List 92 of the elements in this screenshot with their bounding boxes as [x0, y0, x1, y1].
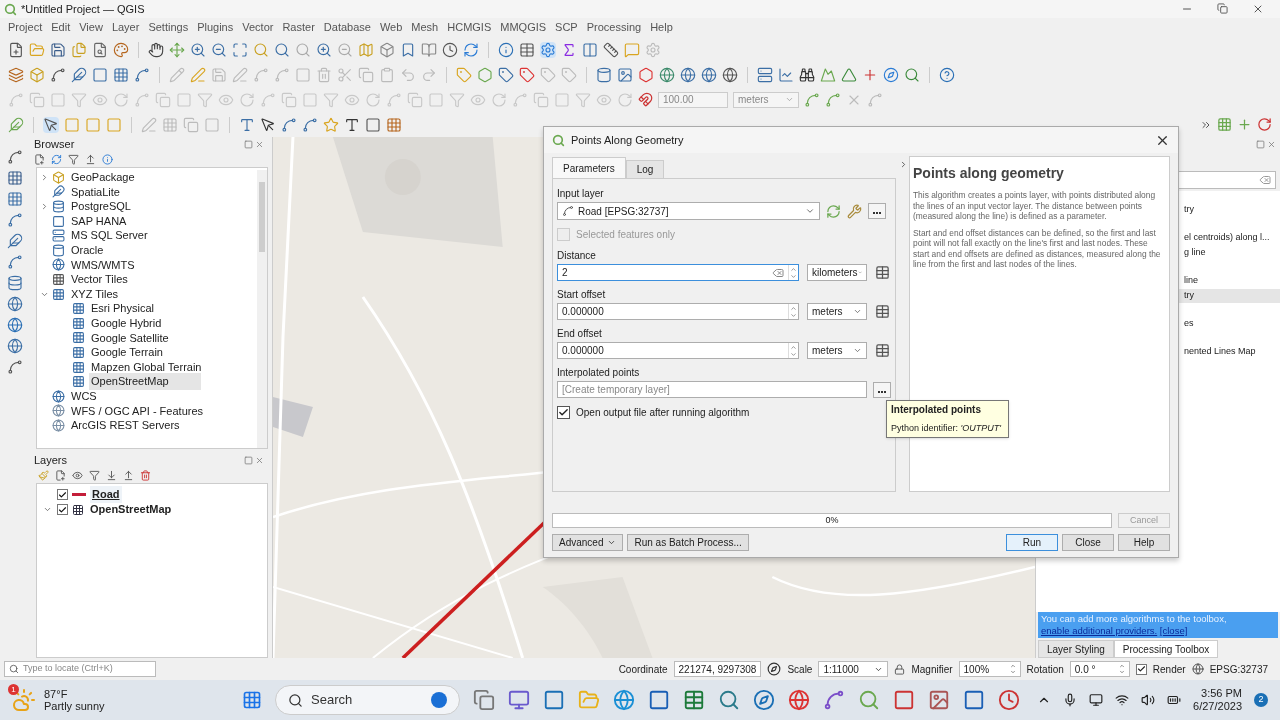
menu-item[interactable]: Processing [586, 19, 642, 36]
notification-badge[interactable]: 2 [1254, 693, 1268, 707]
menu-item[interactable]: Vector [242, 19, 274, 36]
checkbox-label: Selected features only [576, 227, 675, 242]
magnifier-field[interactable]: 100% [958, 661, 1021, 677]
browser-item[interactable]: WFS / OGC API - Features [69, 402, 206, 420]
number-field[interactable]: 0.000000 [557, 303, 799, 320]
dialog-button[interactable]: Run as Batch Process... [627, 534, 749, 551]
unit-dropdown[interactable]: meters [807, 342, 867, 359]
menu-item[interactable]: HCMGIS [447, 19, 492, 36]
providers-link[interactable]: enable additional providers. [1041, 625, 1158, 636]
browser-item[interactable]: Oracle [69, 242, 106, 259]
menu-item[interactable]: View [79, 19, 103, 36]
tooltip-text: Python identifier: 'OUTPUT' [891, 422, 1002, 436]
menu-item[interactable]: Raster [282, 19, 315, 36]
field-label: Input layer [557, 187, 605, 200]
render-label: Render [1152, 662, 1186, 677]
menu-item[interactable]: Settings [148, 19, 189, 36]
browser-item[interactable]: WCS [69, 387, 99, 405]
taskbar-search[interactable]: Search [275, 685, 460, 715]
field-label: Distance [557, 249, 597, 262]
progress-label: 0% [824, 514, 840, 527]
dialog-title: Points Along Geometry [571, 132, 685, 148]
help-paragraph: Start and end offset distances can be defined, so the first and last point will not fall exactly on the line's first and last nodes. These start and end offsets are defined as distances, measured along the line from the first and last nodes of the lines. [913, 227, 1162, 270]
dialog-button[interactable]: Help [1118, 534, 1170, 551]
help-paragraph: This algorithm creates a points layer, with points distributed along the lines of an input vector layer. The distance between points (measured along the line) is defined as a parameter. [913, 190, 1157, 222]
browser-item[interactable]: SAP HANA [69, 212, 129, 230]
menu-item[interactable]: Layer [111, 19, 140, 36]
browser-item[interactable]: Mapzen Global Terrain [89, 358, 204, 376]
tab[interactable]: Parameters [552, 157, 626, 178]
clock-date[interactable]: 6/27/2023 [1193, 700, 1242, 713]
layer-name[interactable]: OpenStreetMap [88, 501, 174, 518]
browser-item[interactable]: ArcGIS REST Servers [69, 417, 182, 434]
number-field[interactable]: 0.000000 [557, 342, 799, 359]
menu-item[interactable]: Plugins [197, 19, 234, 36]
crs-label[interactable]: EPSG:32737 [1209, 661, 1276, 677]
menu-item[interactable]: Edit [51, 19, 71, 36]
temperature: 87°F [44, 688, 69, 700]
rotation-label: Rotation [1026, 662, 1064, 677]
dialog-button[interactable]: Close [1062, 534, 1114, 551]
field-label: Interpolated points [557, 366, 641, 379]
tooltip-title: Interpolated points [891, 403, 982, 418]
info-message: You can add more algorithms to the toolbox, enable additional providers. [close] [1038, 612, 1278, 638]
menu-item[interactable]: MMQGIS [500, 19, 547, 36]
layer-name[interactable]: Road [90, 486, 122, 503]
clock-time[interactable]: 3:56 PM [1201, 687, 1242, 700]
browser-item[interactable]: Google Satellite [89, 329, 171, 347]
dropdown-button[interactable]: Advanced [552, 534, 624, 551]
dialog-button[interactable]: Run [1006, 534, 1058, 551]
browser-item[interactable]: PostgreSQL [69, 198, 133, 215]
browser-item[interactable]: Esri Physical [89, 300, 156, 317]
panel-title: Browser [34, 136, 75, 152]
browser-item[interactable]: Google Terrain [89, 344, 165, 361]
menu-item[interactable]: Help [650, 19, 673, 36]
rotation-field[interactable]: 0.0 ° [1069, 661, 1130, 677]
browser-item[interactable]: Vector Tiles [69, 271, 130, 288]
unit-dropdown[interactable]: meters [807, 303, 867, 320]
browser-item[interactable]: Google Hybrid [89, 315, 164, 332]
menu-item[interactable]: Database [323, 19, 371, 36]
browser-item[interactable]: OpenStreetMap [89, 373, 201, 390]
scale-dropdown[interactable]: 1:11000 [818, 661, 889, 677]
browser-item[interactable]: GeoPackage [69, 169, 137, 186]
coordinate-label: Coordinate [618, 662, 668, 677]
output-field[interactable]: [Create temporary layer] [557, 381, 868, 398]
checkbox-label: Open output file after running algorithm [576, 405, 750, 420]
menu-item[interactable]: Project [8, 19, 43, 36]
locate-field[interactable]: Type to locate (Ctrl+K) [4, 661, 156, 677]
dock-tab[interactable]: Processing Toolbox [1113, 640, 1219, 658]
weather-condition: Partly sunny [44, 700, 105, 712]
layer-dropdown[interactable]: Road [EPSG:32737] [557, 202, 820, 220]
browser-item[interactable]: SpatiaLite [69, 183, 122, 201]
unit-dropdown[interactable]: kilometers [807, 264, 867, 281]
coordinate-field[interactable]: 221274, 9297308 [673, 661, 762, 677]
browser-item[interactable]: MS SQL Server [69, 227, 150, 244]
panel-title: Layers [34, 452, 68, 468]
help-title: Points along geometry [913, 164, 1065, 183]
dock-tab[interactable]: Layer Styling [1038, 640, 1114, 658]
field-label: Start offset [557, 288, 607, 301]
menu-item[interactable]: Web [379, 19, 403, 36]
window-title: *Untitled Project — QGIS [21, 1, 146, 17]
browser-item[interactable]: XYZ Tiles [69, 285, 121, 303]
weather-badge: 1 [8, 684, 19, 695]
field-label: End offset [557, 327, 603, 340]
magnifier-label: Magnifier [911, 662, 953, 677]
browser-item[interactable]: WMS/WMTS [69, 256, 137, 274]
number-field[interactable]: 2 [557, 264, 799, 281]
close-link[interactable]: [close] [1159, 625, 1188, 636]
tolerance-field[interactable]: 100.00 [658, 91, 728, 108]
tab[interactable]: Log [625, 160, 665, 178]
menu-item[interactable]: Mesh [411, 19, 439, 36]
menu-item[interactable]: SCP [555, 19, 578, 36]
scale-label: Scale [787, 662, 813, 677]
